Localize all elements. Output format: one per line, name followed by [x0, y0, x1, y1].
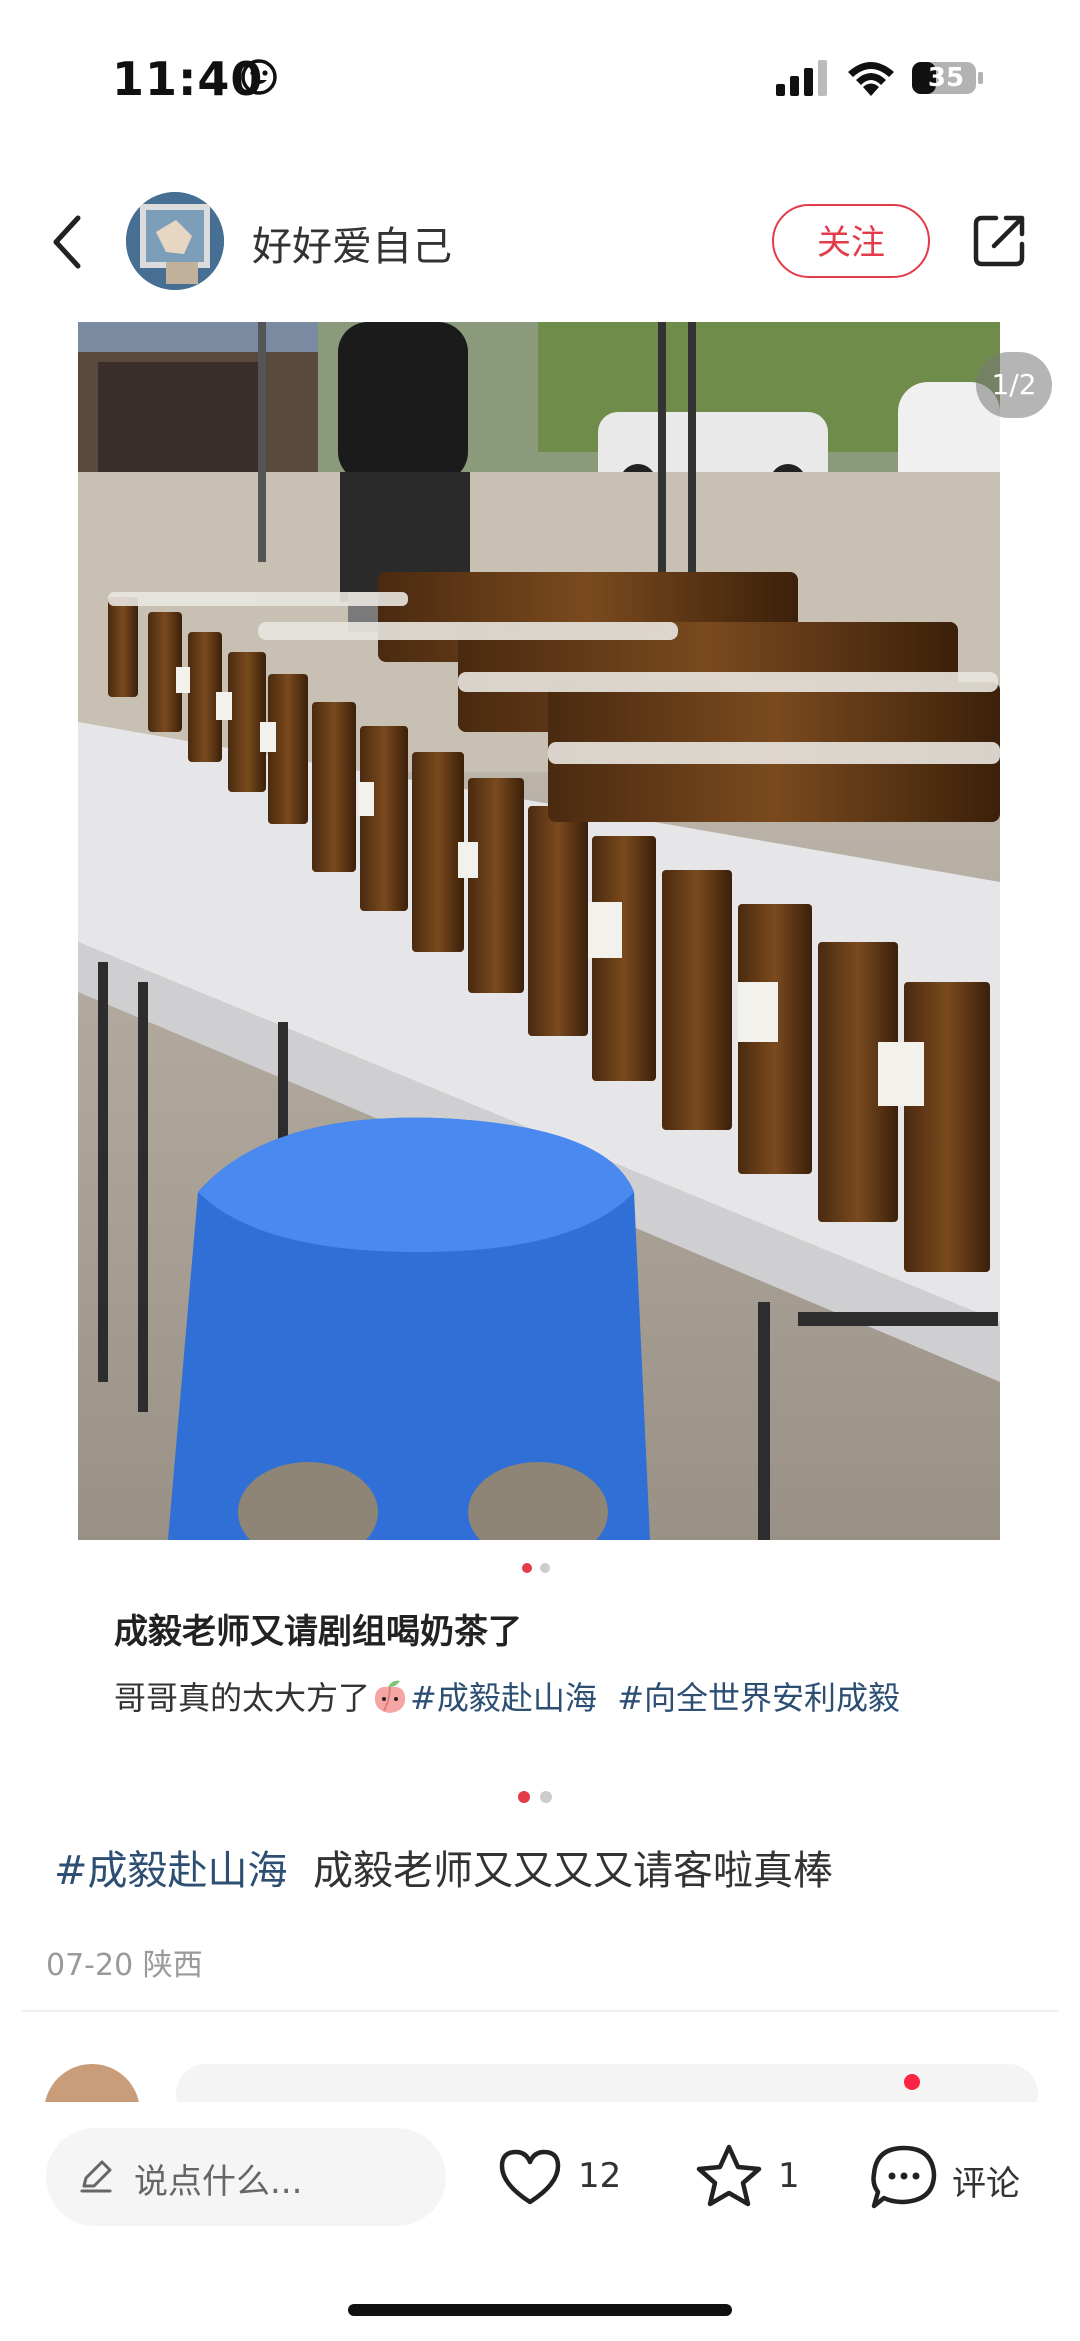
hashtag-link[interactable]: #成毅赴山海 — [54, 1848, 288, 1894]
battery-level: 35 — [927, 63, 965, 93]
post-photo[interactable] — [78, 322, 1000, 1540]
post-body-text: 哥哥真的太大方了 — [114, 1679, 371, 1717]
heart-icon[interactable] — [496, 2146, 564, 2208]
hashtag-link[interactable]: #成毅赴山海 — [410, 1679, 597, 1717]
pen-icon — [80, 2160, 112, 2193]
smiley-icon — [241, 59, 277, 95]
avatar[interactable] — [126, 192, 224, 290]
follow-button[interactable]: 关注 — [772, 204, 930, 278]
milk-tea-table-photo — [78, 322, 1000, 1540]
comment-bubble-icon[interactable] — [868, 2142, 940, 2212]
post-meta: 07-20 陕西 — [46, 1940, 203, 1984]
comment-placeholder[interactable]: 说点什么... — [134, 2154, 302, 2203]
post-date: 07-20 — [46, 1948, 134, 1983]
post-body: 哥哥真的太大方了 #成毅赴山海 #向全世界安利成毅 — [114, 1672, 944, 1724]
star-icon[interactable] — [694, 2142, 764, 2210]
post-caption: #成毅赴山海 成毅老师又又又又请客啦真棒 — [54, 1838, 833, 1896]
divider — [22, 2010, 1058, 2012]
signal-icon — [776, 60, 827, 96]
wifi-icon — [848, 62, 894, 96]
back-arrow-icon[interactable] — [48, 212, 88, 272]
caption-text: 成毅老师又又又又请客啦真棒 — [312, 1848, 833, 1894]
photo-page-indicator: 1/2 — [976, 352, 1052, 418]
like-count: 12 — [578, 2156, 622, 2196]
hashtag-link[interactable]: #向全世界安利成毅 — [617, 1679, 900, 1717]
share-icon[interactable] — [972, 212, 1028, 268]
post-location: 陕西 — [142, 1948, 203, 1983]
notification-dot — [904, 2074, 920, 2090]
post-title: 成毅老师又请剧组喝奶茶了 — [114, 1612, 522, 1652]
avatar-image — [126, 192, 224, 290]
home-indicator[interactable] — [348, 2304, 732, 2316]
carousel-dots — [522, 1563, 550, 1573]
peach-emoji-icon — [374, 1680, 406, 1713]
username[interactable]: 好好爱自己 — [252, 214, 452, 272]
collect-count: 1 — [778, 2156, 800, 2196]
comment-label[interactable]: 评论 — [952, 2156, 1020, 2205]
image-page-dots — [518, 1791, 552, 1803]
